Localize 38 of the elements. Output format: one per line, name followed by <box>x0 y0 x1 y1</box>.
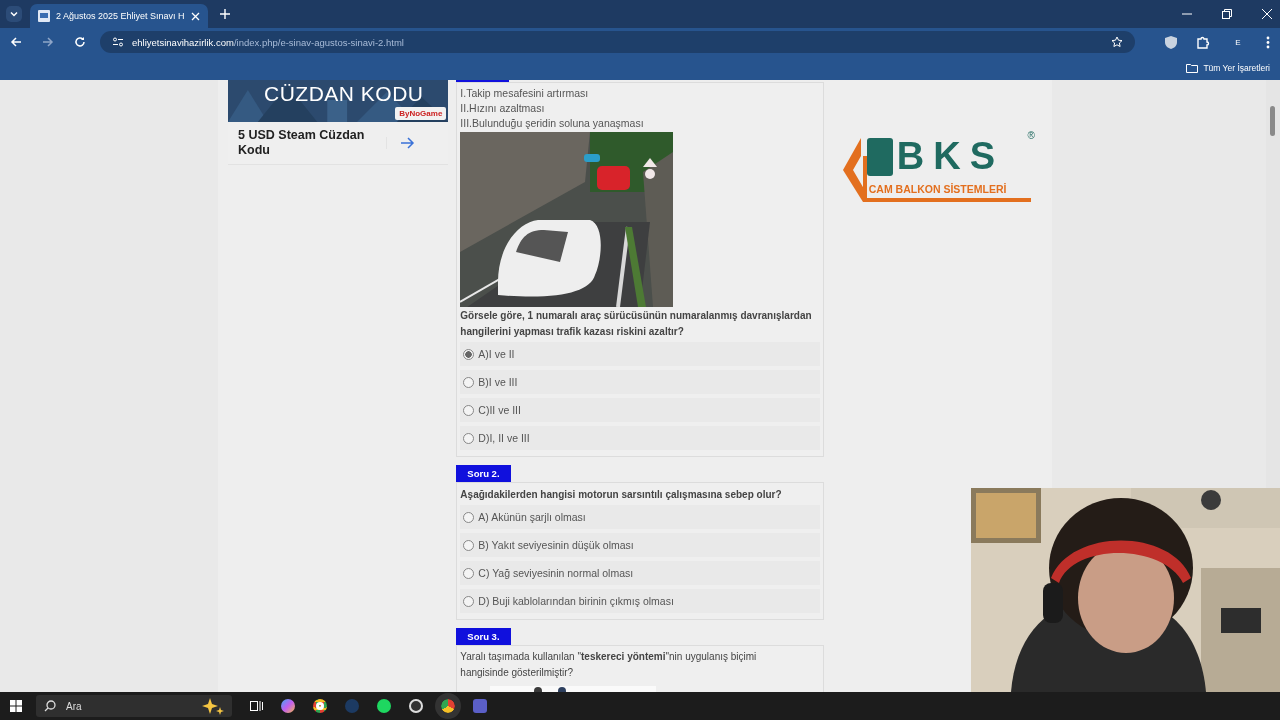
option-label: D)I, II ve III <box>478 432 530 444</box>
bookmarks-button[interactable]: Tüm Yer İşaretleri <box>1186 63 1270 73</box>
statement-text: II.Hızını azaltması <box>460 101 546 116</box>
answer-option[interactable]: C) Yağ seviyesinin normal olması <box>460 561 820 585</box>
question-label: Soru 2. <box>456 465 511 482</box>
statement-text: I.Takip mesafesini artırması <box>460 86 590 101</box>
answer-option[interactable]: D)I, II ve III <box>460 426 820 450</box>
statement-text: III.Bulunduğu şeridin soluna yanaşması <box>460 116 645 131</box>
option-label: C)II ve III <box>478 404 521 416</box>
registered-mark: ® <box>1027 130 1035 141</box>
option-label: B) Yakıt seviyesinin düşük olması <box>478 539 634 551</box>
product-name[interactable]: 5 USD Steam Cüzdan Kodu <box>238 128 378 158</box>
option-label: D) Buji kablolarından birinin çıkmış olması <box>478 595 674 607</box>
taskbar-search-field[interactable]: Ara <box>36 695 232 717</box>
profile-button[interactable]: E <box>1230 37 1246 47</box>
browser-tab[interactable]: 2 Ağustos 2025 Ehliyet Sınavı H <box>30 4 208 28</box>
url-text: ehliyetsinavihazirlik.com/index.php/e-sinav-agustos-sinavi-2.html <box>132 36 404 48</box>
logo-tagline: CAM BALKON SİSTEMLERİ <box>868 183 1007 195</box>
option-label: C) Yağ seviyesinin normal olması <box>478 567 634 579</box>
answer-option[interactable]: C)II ve III <box>460 398 820 422</box>
answer-option[interactable]: B)I ve III <box>460 370 820 394</box>
question-text: Görsele göre, 1 numaralı araç sürücüsünün numaralanmış davranışlardan hangilerini yapması trafik kazası riskini azaltır? <box>460 309 813 339</box>
answer-option[interactable]: A)I ve II <box>460 342 820 366</box>
tab-title: 2 Ağustos 2025 Ehliyet Sınavı H <box>56 11 185 21</box>
question-label: Soru 3. <box>456 628 511 645</box>
option-label: B)I ve III <box>478 376 518 388</box>
answer-option[interactable]: B) Yakıt seviyesinin düşük olması <box>460 533 820 557</box>
question-text: Yaralı taşımada kullanılan "teskereci yöntemi"nin uygulanış biçimi hangisinde gösterilmiştir? <box>460 650 758 680</box>
question-text: Aşağıdakilerden hangisi motorun sarsıntılı çalışmasına sebep olur? <box>460 488 783 502</box>
address-bar[interactable]: ehliyetsinavihazirlik.com/index.php/e-sinav-agustos-sinavi-2.html <box>100 31 1135 53</box>
brand-badge: ByNoGame <box>395 107 447 120</box>
banner-title: CÜZDAN KODU <box>264 82 424 106</box>
logo-text: BKS <box>896 134 1004 178</box>
ad-card[interactable]: CÜZDAN KODU ByNoGame 5 USD Steam Cüzdan Kodu <box>228 80 449 165</box>
answer-option[interactable]: D) Buji kablolarından birinin çıkmış olması <box>460 589 820 613</box>
option-label: A)I ve II <box>478 348 515 360</box>
answer-option[interactable]: A) Akünün şarjlı olması <box>460 505 820 529</box>
option-label: A) Akünün şarjlı olması <box>478 511 586 523</box>
